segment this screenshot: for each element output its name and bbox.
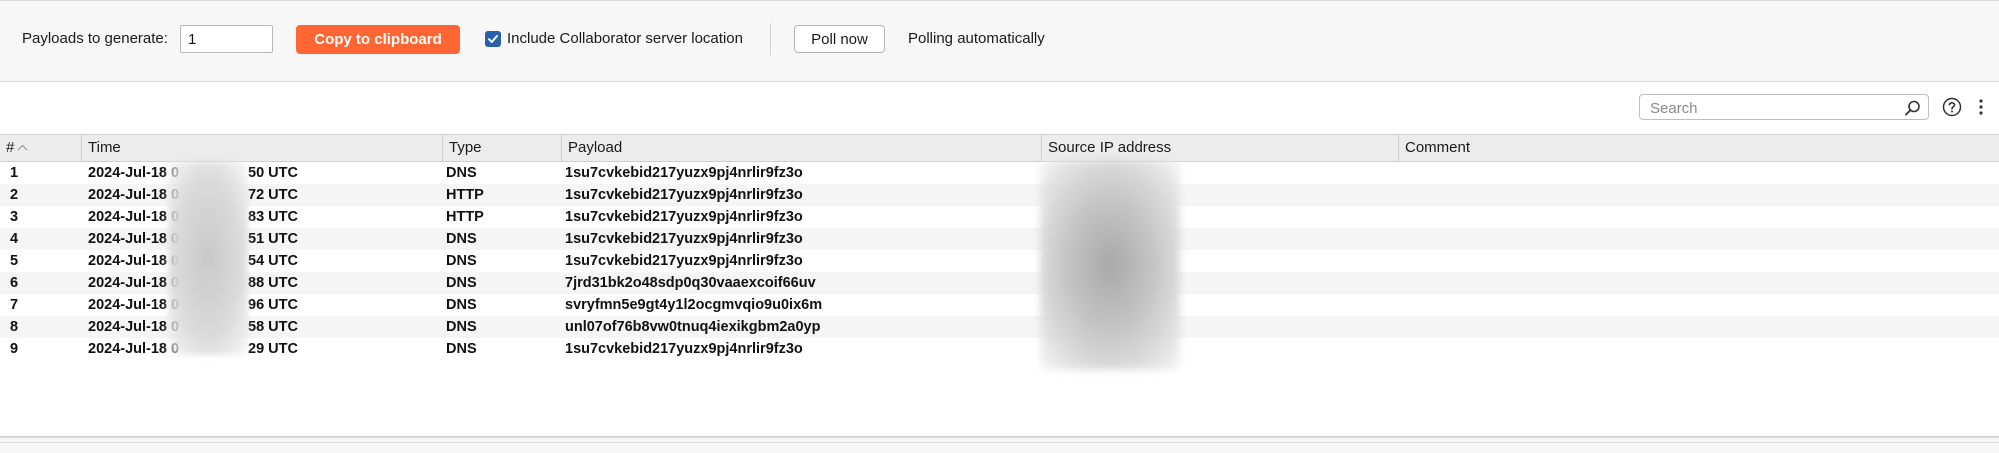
column-header-source-ip[interactable]: Source IP address [1042, 135, 1399, 161]
cell-time-date: 2024-Jul-18 0 [88, 297, 180, 313]
cell-time-date: 2024-Jul-18 0 [88, 341, 180, 357]
include-location-checkbox[interactable] [485, 31, 501, 47]
cell-number: 2 [10, 187, 19, 203]
checkmark-icon [488, 35, 498, 43]
cell-comment [1393, 206, 1403, 228]
payloads-count-input[interactable] [180, 25, 273, 53]
table-row[interactable]: 7 2024-Jul-18 0 96 UTC DNS svryfmn5e9gt4y1l2… [0, 294, 1999, 316]
cell-type: HTTP [446, 187, 484, 203]
table-row[interactable]: 5 2024-Jul-18 0 54 UTC DNS 1su7cvkebid217yuz… [0, 250, 1999, 272]
cell-payload: 1su7cvkebid217yuzx9pj4nrlir9fz3o [565, 253, 803, 269]
cell-number: 7 [10, 297, 19, 313]
cell-time-date: 2024-Jul-18 0 [88, 253, 180, 269]
redacted-ip-blur [1040, 160, 1180, 370]
column-header-type[interactable]: Type [443, 135, 562, 161]
cell-payload: 1su7cvkebid217yuzx9pj4nrlir9fz3o [565, 165, 803, 181]
cell-payload: 1su7cvkebid217yuzx9pj4nrlir9fz3o [565, 231, 803, 247]
cell-time-date: 2024-Jul-18 0 [88, 231, 180, 247]
column-header-comment[interactable]: Comment [1399, 135, 1999, 161]
cell-number: 3 [10, 209, 19, 225]
cell-comment [1393, 184, 1403, 206]
cell-payload: unl07of76b8vw0tnuq4iexikgbm2a0yp [565, 319, 821, 335]
cell-time-date: 2024-Jul-18 0 [88, 319, 180, 335]
column-header-time[interactable]: Time [82, 135, 443, 161]
cell-payload: 7jrd31bk2o48sdp0q30vaaexcoif66uv [565, 275, 816, 291]
cell-payload: 1su7cvkebid217yuzx9pj4nrlir9fz3o [565, 187, 803, 203]
cell-type: DNS [446, 231, 477, 247]
cell-type: DNS [446, 253, 477, 269]
bottom-panel-divider[interactable] [0, 437, 1999, 453]
cell-type: DNS [446, 341, 477, 357]
table-row[interactable]: 3 2024-Jul-18 0 83 UTC HTTP 1su7cvkebid217yu… [0, 206, 1999, 228]
table-row[interactable]: 9 2024-Jul-18 0 29 UTC DNS 1su7cvkebid217yuz… [0, 338, 1999, 360]
column-header-payload[interactable]: Payload [562, 135, 1042, 161]
table-row[interactable]: 1 2024-Jul-18 0 50 UTC DNS 1su7cvkebid217yuz… [0, 162, 1999, 184]
cell-number: 1 [10, 165, 19, 181]
cell-comment [1393, 316, 1403, 338]
cell-type: HTTP [446, 209, 484, 225]
table-header: # Time Type Payload Source IP address Co… [0, 135, 1999, 162]
cell-time-date: 2024-Jul-18 0 [88, 187, 180, 203]
cell-comment [1393, 228, 1403, 250]
more-vertical-icon[interactable] [1978, 96, 1984, 118]
table-row[interactable]: 2 2024-Jul-18 0 72 UTC HTTP 1su7cvkebid217yu… [0, 184, 1999, 206]
cell-number: 5 [10, 253, 19, 269]
cell-payload: svryfmn5e9gt4y1l2ocgmvqio9u0ix6m [565, 297, 823, 313]
cell-type: DNS [446, 275, 477, 291]
cell-type: DNS [446, 319, 477, 335]
cell-number: 4 [10, 231, 19, 247]
copy-to-clipboard-button[interactable]: Copy to clipboard [296, 25, 460, 54]
cell-type: DNS [446, 297, 477, 313]
search-icon[interactable] [1904, 99, 1922, 117]
search-input[interactable] [1648, 98, 1892, 118]
cell-comment [1393, 272, 1403, 294]
interactions-table: # Time Type Payload Source IP address Co… [0, 134, 1999, 437]
table-row[interactable]: 4 2024-Jul-18 0 51 UTC DNS 1su7cvkebid217yuz… [0, 228, 1999, 250]
redacted-time-blur [168, 161, 248, 355]
cell-type: DNS [446, 165, 477, 181]
collaborator-toolbar: Payloads to generate: Copy to clipboard … [0, 0, 1999, 82]
help-icon[interactable] [1942, 97, 1962, 117]
payloads-to-generate-label: Payloads to generate: [22, 30, 168, 47]
column-header-number[interactable]: # [0, 135, 82, 161]
toolbar-divider [770, 23, 771, 55]
cell-number: 9 [10, 341, 19, 357]
sort-ascending-icon [17, 144, 28, 151]
cell-payload: 1su7cvkebid217yuzx9pj4nrlir9fz3o [565, 341, 803, 357]
poll-now-button[interactable]: Poll now [794, 25, 885, 53]
cell-number: 6 [10, 275, 19, 291]
cell-time-date: 2024-Jul-18 0 [88, 165, 180, 181]
column-header-number-label: # [6, 139, 15, 156]
cell-comment [1393, 162, 1403, 184]
cell-comment [1393, 250, 1403, 272]
search-field[interactable] [1639, 94, 1929, 120]
cell-comment [1393, 338, 1403, 360]
cell-comment [1393, 294, 1403, 316]
cell-time-date: 2024-Jul-18 0 [88, 209, 180, 225]
table-body: 1 2024-Jul-18 0 50 UTC DNS 1su7cvkebid217yuz… [0, 162, 1999, 360]
table-row[interactable]: 6 2024-Jul-18 0 88 UTC DNS 7jrd31bk2o48sdp0q… [0, 272, 1999, 294]
cell-number: 8 [10, 319, 19, 335]
cell-time-date: 2024-Jul-18 0 [88, 275, 180, 291]
include-location-label: Include Collaborator server location [507, 30, 743, 47]
cell-payload: 1su7cvkebid217yuzx9pj4nrlir9fz3o [565, 209, 803, 225]
polling-status-text: Polling automatically [908, 30, 1045, 47]
table-row[interactable]: 8 2024-Jul-18 0 58 UTC DNS unl07of76b8vw0tnu… [0, 316, 1999, 338]
